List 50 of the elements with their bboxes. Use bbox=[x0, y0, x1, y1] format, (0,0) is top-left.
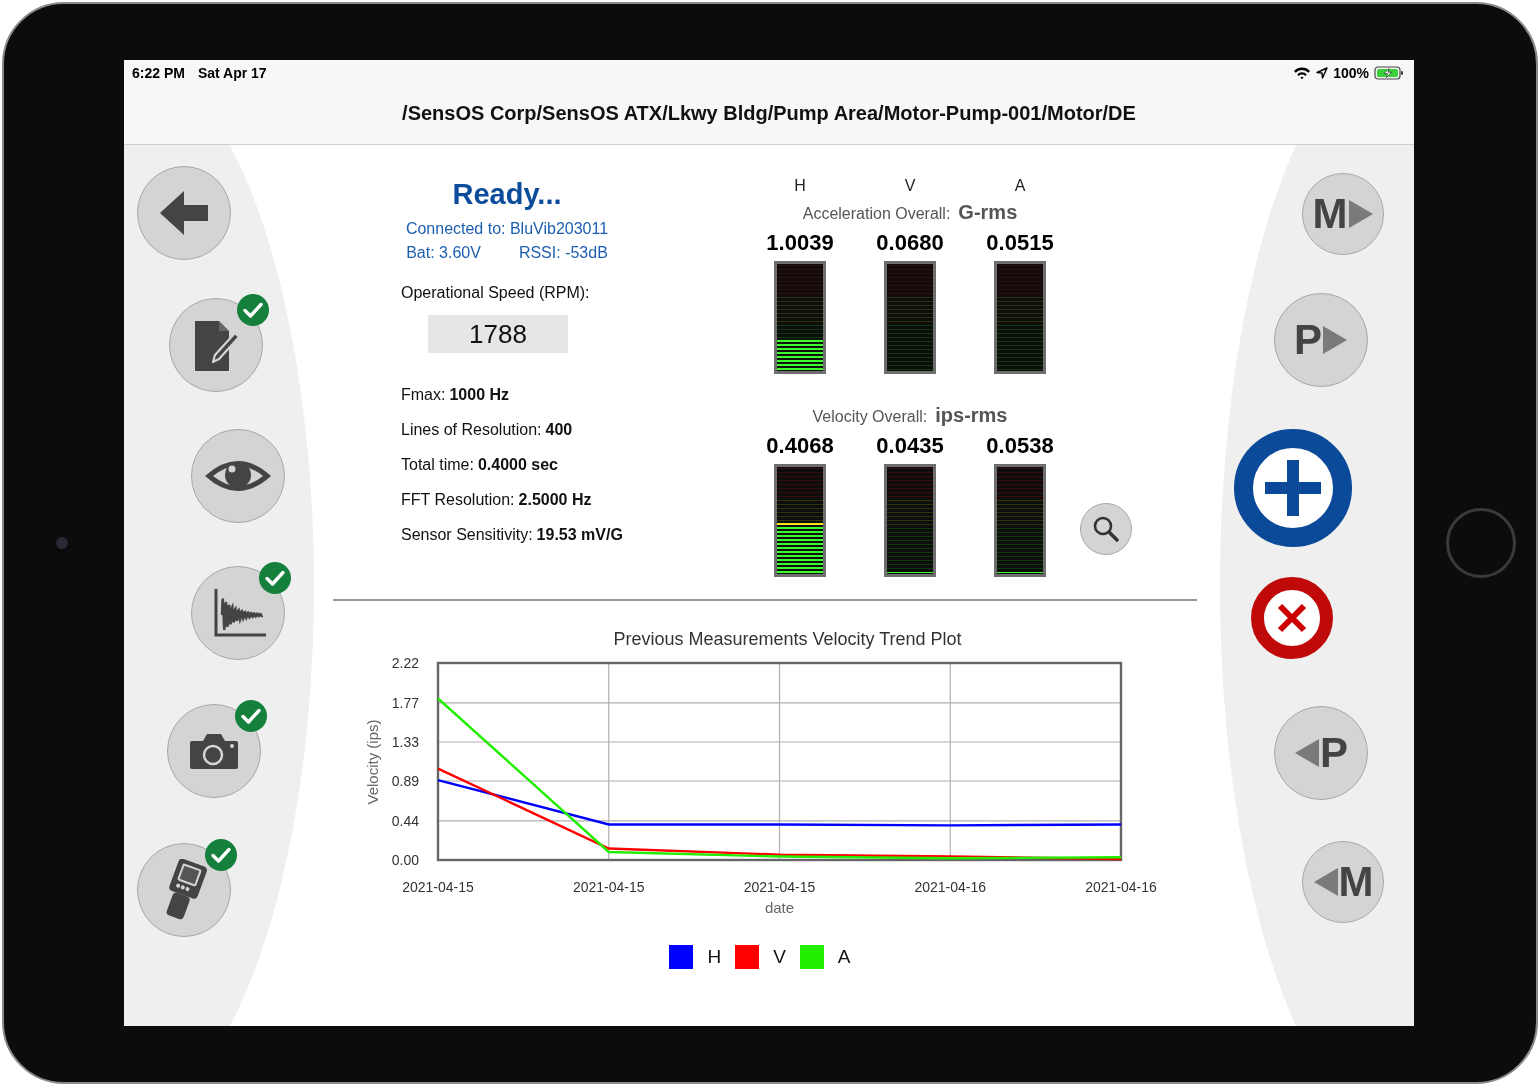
axis-tick-label: 2.22 bbox=[391, 655, 419, 671]
overall-label: Velocity Overall: bbox=[812, 407, 928, 427]
axis-tick-label: 2021-04-16 bbox=[914, 879, 987, 895]
axis-label: A bbox=[1014, 177, 1026, 195]
axis-tick-label: 1.33 bbox=[391, 734, 419, 750]
axis-tick-label: 0.89 bbox=[391, 773, 419, 789]
battery-percent: 100% bbox=[1333, 64, 1369, 81]
axis-tick-label: 2021-04-15 bbox=[572, 879, 645, 895]
status-message: Ready... bbox=[452, 177, 562, 211]
overall-value: 0.0435 bbox=[876, 433, 944, 459]
battery-voltage-text: Bat: 3.60V bbox=[406, 243, 481, 263]
chart-title: Previous Measurements Velocity Trend Plot bbox=[613, 629, 962, 649]
overall-value: 0.0538 bbox=[986, 433, 1054, 459]
connection-text: Connected to: BluVib203011 bbox=[405, 219, 609, 239]
legend-label: H bbox=[707, 946, 722, 968]
parameter-value: 19.53 mV/G bbox=[536, 525, 623, 545]
unit-label: ips-rms bbox=[935, 403, 1008, 427]
legend-label: A bbox=[837, 946, 851, 968]
parameter-label: FFT Resolution: bbox=[401, 490, 515, 510]
parameter-label: Total time: bbox=[401, 455, 474, 475]
axis-tick-label: 2021-04-15 bbox=[402, 879, 474, 895]
parameter-value: 1000 Hz bbox=[449, 385, 510, 405]
status-time: 6:22 PM bbox=[132, 64, 185, 81]
parameter-value: 0.4000 sec bbox=[477, 455, 558, 475]
axis-tick-label: 0.44 bbox=[391, 812, 419, 829]
overall-value: 0.0680 bbox=[876, 230, 944, 256]
axis-tick-label: 2021-04-15 bbox=[743, 879, 816, 895]
legend-label: V bbox=[773, 946, 786, 968]
overall-label: Acceleration Overall: bbox=[802, 204, 951, 224]
overall-value: 0.0515 bbox=[986, 230, 1054, 256]
axis-tick-label: 0.00 bbox=[391, 852, 419, 868]
unit-label: G-rms bbox=[958, 200, 1018, 224]
parameter-label: Fmax: bbox=[401, 385, 446, 405]
x-axis-title: date bbox=[764, 899, 795, 916]
signal-strength-text: RSSI: -53dB bbox=[518, 243, 608, 263]
y-axis-title: Velocity (ips) bbox=[364, 719, 381, 805]
axis-tick-label: 1.77 bbox=[391, 694, 419, 711]
speed-input-field[interactable]: 1788 bbox=[428, 315, 568, 353]
axis-label: H bbox=[794, 177, 806, 195]
parameter-value: 400 bbox=[545, 420, 573, 440]
navigation-path-title: /SensOS Corp/SensOS ATX/Lkwy Bldg/Pump Area/Motor-Pump-001/Motor/DE bbox=[402, 101, 1136, 125]
axis-label: V bbox=[904, 177, 916, 195]
overall-value: 0.4068 bbox=[766, 433, 834, 459]
parameter-value: 2.5000 Hz bbox=[518, 490, 592, 510]
axis-tick-label: 2021-04-16 bbox=[1085, 879, 1157, 895]
parameter-label: Sensor Sensitivity: bbox=[401, 525, 533, 545]
parameter-label: Lines of Resolution: bbox=[401, 420, 542, 440]
status-date: Sat Apr 17 bbox=[197, 64, 267, 81]
speed-label: Operational Speed (RPM): bbox=[401, 283, 590, 303]
overall-value: 1.0039 bbox=[766, 230, 834, 256]
